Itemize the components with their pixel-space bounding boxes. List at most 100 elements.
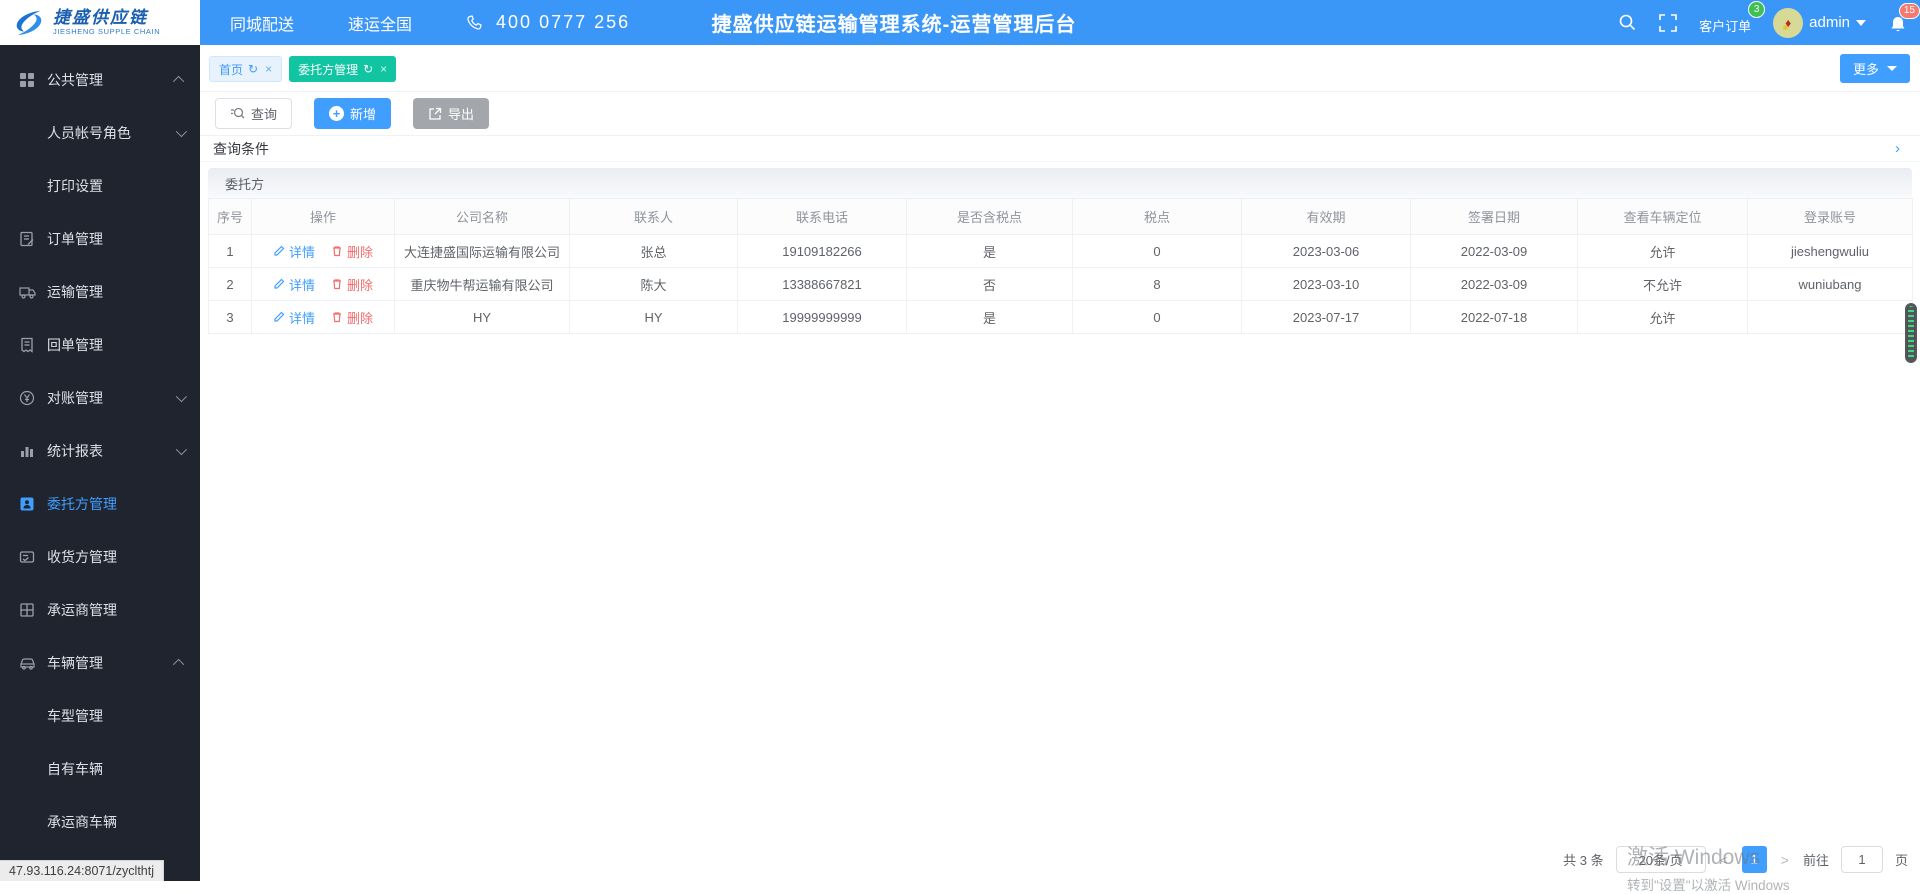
avatar: ♦ [1773, 8, 1803, 38]
top-header: 捷盛供应链 JIESHENG SUPPLE CHAIN 同城配送 速运全国 40… [0, 0, 1920, 45]
cell-contact: 张总 [570, 235, 738, 268]
sidebar-item-receiver-mgmt[interactable]: 收货方管理 [0, 530, 200, 583]
sidebar-item-label: 自有车辆 [47, 759, 103, 779]
detail-link[interactable]: 详情 [273, 308, 315, 327]
cell-phone: 13388667821 [738, 268, 907, 301]
page-title: 捷盛供应链运输管理系统-运营管理后台 [712, 0, 1077, 45]
detail-link[interactable]: 详情 [273, 242, 315, 261]
cell-company: 重庆物牛帮运输有限公司 [395, 268, 570, 301]
total-count: 共 3 条 [1563, 850, 1603, 869]
table-row: 3 详情 删除 HY HY 19999999999 是 0 2023-07-17… [209, 301, 1913, 334]
user-menu[interactable]: ♦ admin [1773, 8, 1866, 38]
cell-account [1748, 301, 1913, 334]
sidebar-item-client-mgmt[interactable]: 委托方管理 [0, 477, 200, 530]
sidebar-item-label: 运输管理 [47, 282, 103, 302]
tab-home[interactable]: 首页 ↻ × [209, 56, 282, 82]
cell-tax: 0 [1073, 301, 1242, 334]
cell-valid: 2023-03-10 [1242, 268, 1411, 301]
col-valid: 有效期 [1242, 199, 1411, 235]
sidebar-item-vehicle-type-mgmt[interactable]: 车型管理 [0, 689, 200, 742]
more-label: 更多 [1853, 59, 1879, 78]
col-actions: 操作 [252, 199, 395, 235]
sidebar-item-order-mgmt[interactable]: 订单管理 [0, 212, 200, 265]
detail-label: 详情 [289, 242, 315, 261]
sidebar-item-label: 人员帐号角色 [47, 123, 131, 143]
expand-icon[interactable]: › [1895, 141, 1900, 156]
sidebar-item-own-vehicles[interactable]: 自有车辆 [0, 742, 200, 795]
sidebar-item-account-roles[interactable]: 人员帐号角色 [0, 106, 200, 159]
sidebar-item-vehicle-mgmt[interactable]: 车辆管理 [0, 636, 200, 689]
cell-taxed: 否 [907, 268, 1073, 301]
next-page-icon[interactable]: > [1779, 852, 1791, 868]
page-number-button[interactable]: 1 [1742, 846, 1767, 873]
query-button[interactable]: 查询 [215, 98, 292, 129]
tab-label: 首页 [219, 61, 243, 78]
export-button[interactable]: 导出 [413, 98, 489, 129]
sidebar-item-label: 统计报表 [47, 441, 103, 461]
sidebar-item-carrier-vehicles[interactable]: 承运商车辆 [0, 795, 200, 848]
service-phone: 400 0777 256 [466, 12, 630, 33]
customer-orders-link[interactable]: 客户订单 3 [1699, 10, 1751, 35]
more-button[interactable]: 更多 [1840, 54, 1910, 83]
cell-tax: 8 [1073, 268, 1242, 301]
order-doc-icon [19, 230, 36, 247]
carrier-icon [19, 601, 36, 618]
delete-link[interactable]: 删除 [331, 275, 373, 294]
fullscreen-icon[interactable] [1659, 14, 1677, 32]
bar-chart-icon [19, 442, 36, 459]
filter-conditions-bar[interactable]: 查询条件 › [200, 135, 1920, 162]
nav-city-delivery[interactable]: 同城配送 [230, 11, 294, 35]
notifications-bell[interactable]: 15 [1888, 11, 1908, 35]
client-icon [19, 495, 36, 512]
status-bar-url: 47.93.116.24:8071/zyclthtj [0, 860, 164, 881]
notifications-badge: 15 [1899, 3, 1920, 19]
sidebar-item-label: 收货方管理 [47, 547, 117, 567]
main-content: 首页 ↻ × 委托方管理 ↻ × 更多 查询 + 新增 导出 [200, 45, 1920, 881]
goto-label: 前往 [1803, 850, 1829, 869]
chevron-down-icon [176, 390, 187, 401]
goto-page-input[interactable]: 1 [1841, 846, 1883, 873]
refresh-icon[interactable]: ↻ [248, 62, 258, 76]
sidebar-item-label: 承运商车辆 [47, 812, 117, 832]
close-icon[interactable]: × [380, 62, 387, 76]
table-group-header: 委托方 [208, 168, 1912, 198]
sidebar-item-print-settings[interactable]: 打印设置 [0, 159, 200, 212]
table-header-row: 序号 操作 公司名称 联系人 联系电话 是否含税点 税点 有效期 签署日期 查看… [209, 199, 1913, 235]
tab-label: 委托方管理 [298, 61, 358, 78]
logo: 捷盛供应链 JIESHENG SUPPLE CHAIN [0, 0, 200, 45]
sidebar-item-label: 对账管理 [47, 388, 103, 408]
delete-label: 删除 [347, 242, 373, 261]
cell-signed: 2022-07-18 [1411, 301, 1578, 334]
delete-label: 删除 [347, 308, 373, 327]
add-button[interactable]: + 新增 [314, 98, 391, 129]
close-icon[interactable]: × [265, 62, 272, 76]
sidebar-item-label: 打印设置 [47, 176, 103, 196]
toolbar: 查询 + 新增 导出 [200, 92, 1920, 135]
sidebar-item-transport-mgmt[interactable]: 运输管理 [0, 265, 200, 318]
delete-link[interactable]: 删除 [331, 242, 373, 261]
customer-orders-badge: 3 [1748, 1, 1765, 18]
logo-subtitle: JIESHENG SUPPLE CHAIN [53, 28, 160, 36]
prev-page-icon[interactable]: < [1718, 852, 1730, 868]
sidebar-item-label: 回单管理 [47, 335, 103, 355]
tab-client-mgmt[interactable]: 委托方管理 ↻ × [289, 56, 396, 82]
sidebar-item-receipt-mgmt[interactable]: 回单管理 [0, 318, 200, 371]
nav-national-express[interactable]: 速运全国 [348, 11, 412, 35]
sidebar-item-reconciliation-mgmt[interactable]: 对账管理 [0, 371, 200, 424]
refresh-icon[interactable]: ↻ [363, 62, 373, 76]
page-size-select[interactable]: 20条/页 [1616, 846, 1706, 873]
sidebar-item-public-mgmt[interactable]: 公共管理 [0, 53, 200, 106]
search-icon[interactable] [1618, 13, 1637, 32]
detail-link[interactable]: 详情 [273, 275, 315, 294]
delete-link[interactable]: 删除 [331, 308, 373, 327]
sidebar-item-carrier-mgmt[interactable]: 承运商管理 [0, 583, 200, 636]
sidebar-item-label: 车辆管理 [47, 653, 103, 673]
col-index: 序号 [209, 199, 252, 235]
cell-index: 2 [209, 268, 252, 301]
sidebar-item-statistics-reports[interactable]: 统计报表 [0, 424, 200, 477]
vertical-scrollbar-thumb[interactable] [1905, 303, 1917, 363]
sidebar-item-label: 承运商管理 [47, 600, 117, 620]
truck-icon [19, 283, 36, 300]
sidebar-item-label: 委托方管理 [47, 494, 117, 514]
cell-phone: 19109182266 [738, 235, 907, 268]
